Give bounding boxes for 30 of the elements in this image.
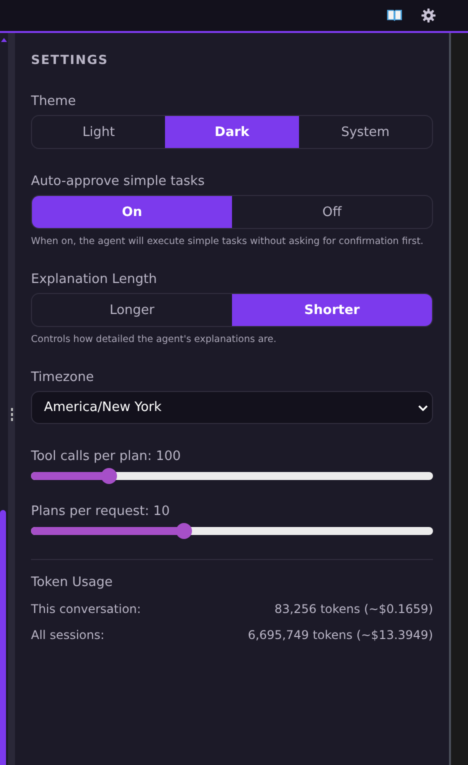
slider-label: Tool calls per plan: 100 — [31, 449, 182, 464]
book-icon[interactable] — [387, 9, 402, 22]
usage-value: 83,256 tokens (~$0.1659) — [274, 602, 433, 616]
slider-thumb[interactable] — [176, 523, 192, 539]
setting-label: Auto-approve simple tasks — [31, 174, 206, 189]
help-text: When on, the agent will execute simple tasks without asking for confirmation first. — [31, 236, 424, 247]
timezone-dropdown[interactable]: America/New York — [31, 391, 433, 424]
option-button[interactable]: System — [298, 116, 432, 148]
option-button[interactable]: Off — [232, 196, 432, 228]
chevron-down-icon — [418, 404, 428, 410]
setting-label: Theme — [31, 94, 77, 109]
option-button[interactable]: Longer — [32, 294, 232, 326]
option-button[interactable]: Light — [32, 116, 166, 148]
option-button[interactable]: On — [32, 196, 232, 228]
setting-label: Timezone — [31, 370, 95, 385]
slider-label: Plans per request: 10 — [31, 504, 171, 519]
option-button[interactable]: Shorter — [232, 294, 432, 326]
usage-label: All sessions: — [31, 628, 104, 642]
scroll-up-arrow-icon[interactable] — [1, 38, 7, 42]
slider-thumb[interactable] — [101, 468, 118, 484]
scrollbar-thumb[interactable] — [0, 510, 6, 765]
panel-title: SETTINGS — [31, 52, 110, 67]
option-button[interactable]: Dark — [165, 116, 299, 148]
usage-value: 6,695,749 tokens (~$13.3949) — [248, 628, 433, 642]
help-text: Controls how detailed the agent's explanations are. — [31, 334, 278, 345]
settings-icon[interactable] — [421, 8, 436, 23]
section-heading: Token Usage — [31, 575, 114, 590]
usage-label: This conversation: — [31, 602, 141, 616]
resize-handle[interactable] — [8, 33, 15, 765]
setting-label: Explanation Length — [31, 272, 158, 287]
